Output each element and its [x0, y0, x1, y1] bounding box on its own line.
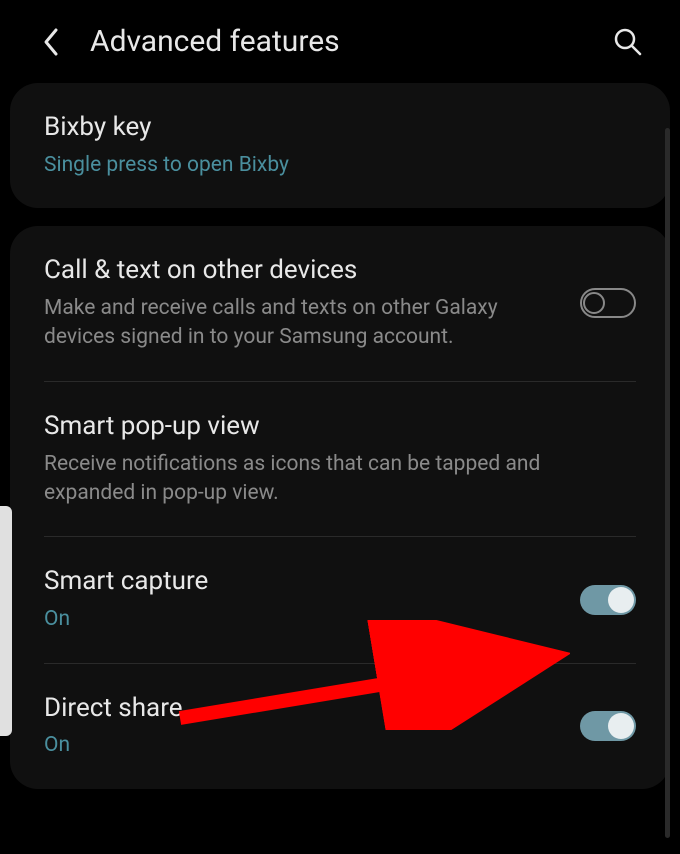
- setting-text: Smart pop-up view Receive notifications …: [44, 410, 636, 509]
- left-scroll-handle[interactable]: [0, 506, 12, 736]
- setting-text: Direct share On: [44, 692, 560, 761]
- setting-text: Call & text on other devices Make and re…: [44, 254, 560, 353]
- chevron-left-icon: [41, 27, 59, 57]
- setting-smart-capture[interactable]: Smart capture On: [10, 537, 670, 662]
- setting-title: Bixby key: [44, 111, 636, 145]
- content: Bixby key Single press to open Bixby Cal…: [0, 83, 680, 789]
- setting-subtitle: Single press to open Bixby: [44, 151, 636, 180]
- setting-subtitle: On: [44, 731, 560, 760]
- search-button[interactable]: [612, 26, 644, 58]
- setting-direct-share[interactable]: Direct share On: [10, 664, 670, 789]
- back-button[interactable]: [38, 30, 62, 54]
- right-scrollbar[interactable]: [665, 128, 670, 838]
- settings-group-main: Call & text on other devices Make and re…: [10, 226, 670, 789]
- setting-title: Smart capture: [44, 565, 560, 599]
- setting-subtitle: On: [44, 605, 560, 634]
- setting-text: Bixby key Single press to open Bixby: [44, 111, 636, 180]
- setting-subtitle: Make and receive calls and texts on othe…: [44, 294, 560, 353]
- setting-title: Direct share: [44, 692, 560, 726]
- setting-popup-view[interactable]: Smart pop-up view Receive notifications …: [10, 382, 670, 537]
- toggle-call-text[interactable]: [580, 288, 636, 318]
- toggle-knob: [608, 713, 634, 739]
- setting-subtitle: Receive notifications as icons that can …: [44, 450, 636, 509]
- setting-call-text[interactable]: Call & text on other devices Make and re…: [10, 226, 670, 381]
- setting-text: Smart capture On: [44, 565, 560, 634]
- toggle-knob: [608, 587, 634, 613]
- setting-title: Call & text on other devices: [44, 254, 560, 288]
- header: Advanced features: [0, 0, 680, 83]
- settings-group-bixby: Bixby key Single press to open Bixby: [10, 83, 670, 208]
- page-title: Advanced features: [90, 24, 584, 59]
- toggle-knob: [583, 292, 605, 314]
- toggle-direct-share[interactable]: [580, 711, 636, 741]
- toggle-smart-capture[interactable]: [580, 585, 636, 615]
- setting-bixby-key[interactable]: Bixby key Single press to open Bixby: [10, 83, 670, 208]
- setting-title: Smart pop-up view: [44, 410, 636, 444]
- search-icon: [613, 27, 643, 57]
